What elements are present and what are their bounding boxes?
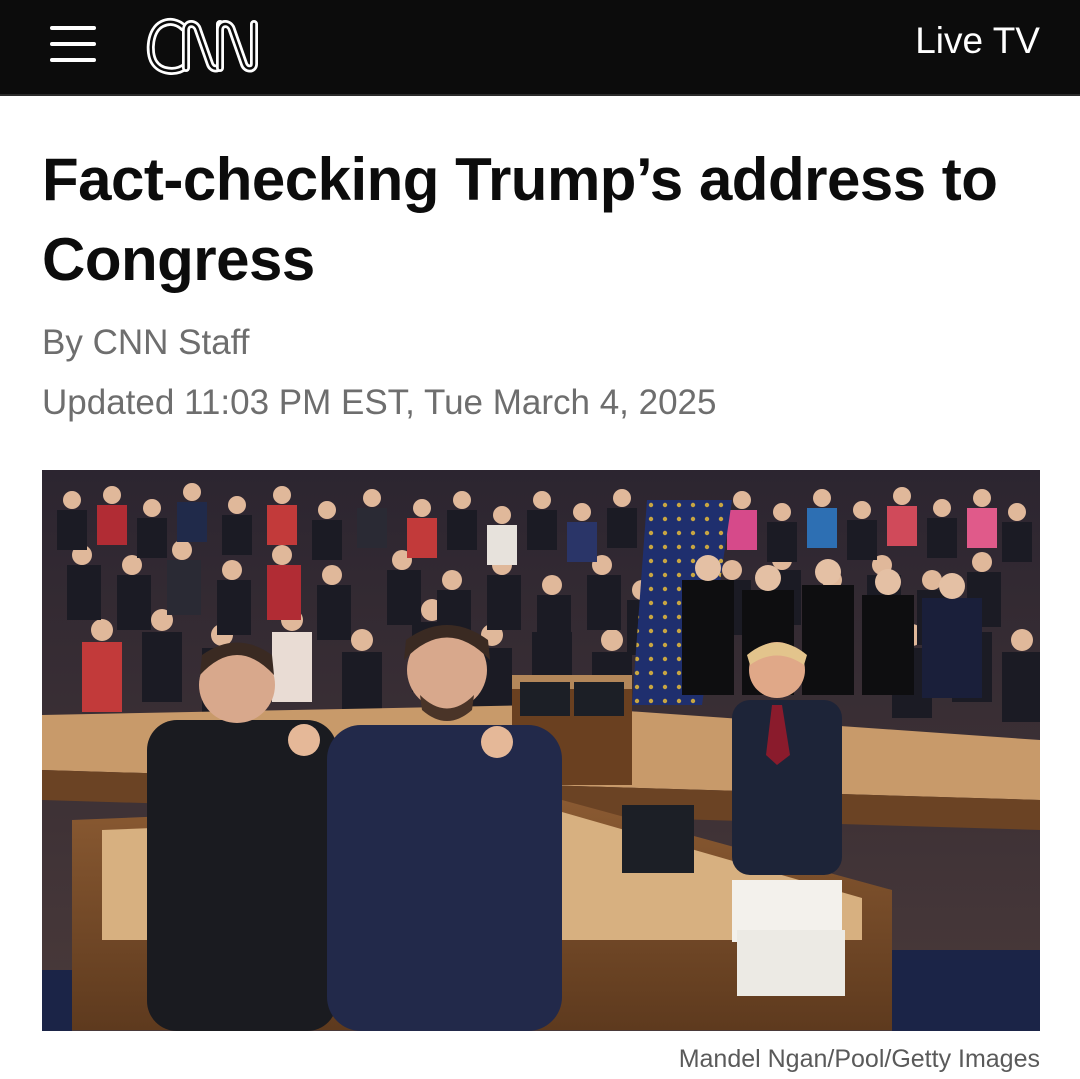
article-byline[interactable]: By CNN Staff [42,322,249,364]
live-tv-link[interactable]: Live TV [915,20,1040,62]
photo-credit: Mandel Ngan/Pool/Getty Images [678,1045,1040,1073]
article-headline: Fact-checking Trump’s address to Congres… [42,146,998,293]
hero-photo-illustration [42,470,1040,1031]
article-hero-photo[interactable] [42,470,1040,1031]
hamburger-menu-icon[interactable] [48,24,98,64]
cnn-logo[interactable] [140,12,280,80]
top-navigation-bar: Live TV [0,0,1080,96]
article-timestamp: Updated 11:03 PM EST, Tue March 4, 2025 [42,383,717,422]
